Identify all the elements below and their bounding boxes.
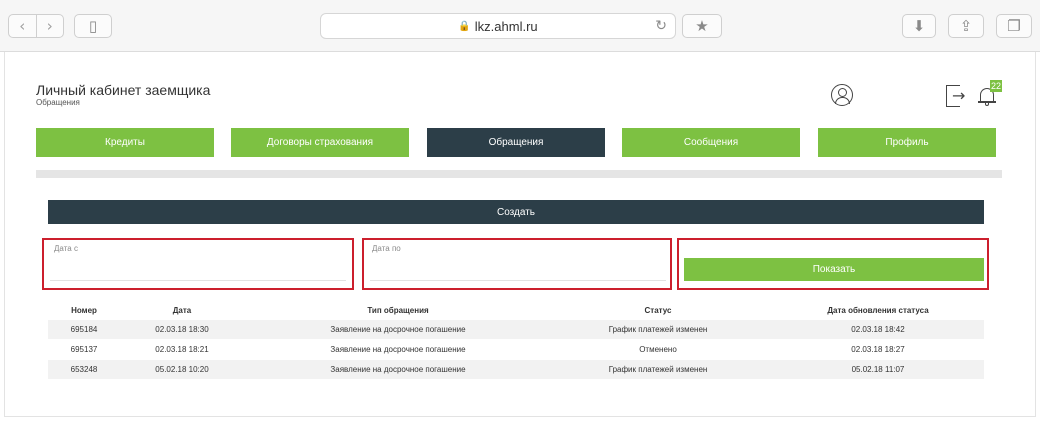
chevron-left-icon[interactable]: ‹ — [9, 15, 37, 37]
download-icon[interactable]: ⬇ — [902, 14, 936, 38]
date-to-label: Дата по — [372, 244, 401, 253]
col-date: Дата — [172, 305, 192, 315]
nav-buttons: ‹ › — [8, 14, 64, 38]
tab-divider — [36, 170, 1002, 178]
address-bar[interactable]: 🔒 lkz.ahml.ru ↻ — [320, 13, 676, 39]
create-button[interactable]: Создать — [48, 200, 984, 224]
user-icon[interactable] — [831, 84, 853, 106]
tab-requests[interactable]: Обращения — [427, 128, 605, 157]
cell-status: График платежей изменен — [608, 325, 708, 334]
logout-arrow: → — [952, 86, 966, 105]
cell-date: 02.03.18 18:21 — [155, 345, 209, 354]
show-button[interactable]: Показать — [684, 258, 984, 281]
cell-type: Заявление на досрочное погашение — [330, 345, 466, 354]
lock-icon: 🔒 — [458, 20, 471, 32]
cell-date: 05.02.18 10:20 — [155, 365, 209, 374]
cell-number: 695184 — [70, 325, 98, 334]
tab-profile[interactable]: Профиль — [818, 128, 996, 157]
cell-updated: 02.03.18 18:42 — [851, 325, 905, 334]
col-status-updated: Дата обновления статуса — [827, 305, 929, 315]
cell-number: 653248 — [70, 365, 98, 374]
table-row[interactable]: 653248 05.02.18 10:20 Заявление на досро… — [48, 360, 984, 379]
cell-status: График платежей изменен — [608, 365, 708, 374]
cell-number: 695137 — [70, 345, 98, 354]
cell-updated: 02.03.18 18:27 — [851, 345, 905, 354]
reload-icon[interactable]: ↻ — [655, 18, 667, 34]
cell-status: Отменено — [639, 345, 677, 354]
cell-type: Заявление на досрочное погашение — [330, 365, 466, 374]
browser-toolbar: ‹ › ▯ 🔒 lkz.ahml.ru ↻ ★ ⬇ ⇪ ❐ — [0, 0, 1040, 52]
date-from-field[interactable] — [50, 255, 346, 281]
notification-badge: 22 — [990, 80, 1002, 92]
breadcrumb: Обращения — [36, 98, 80, 107]
sidebar-icon[interactable]: ▯ — [74, 14, 112, 38]
url-text: lkz.ahml.ru — [474, 18, 538, 34]
col-type: Тип обращения — [367, 305, 429, 315]
col-status: Статус — [644, 305, 672, 315]
logout-icon[interactable]: → — [946, 85, 968, 107]
chevron-right-icon[interactable]: › — [37, 15, 64, 37]
table-row[interactable]: 695184 02.03.18 18:30 Заявление на досро… — [48, 320, 984, 339]
date-from-label: Дата с — [54, 244, 78, 253]
share-icon[interactable]: ⇪ — [948, 14, 984, 38]
star-icon[interactable]: ★ — [682, 14, 722, 38]
cell-type: Заявление на досрочное погашение — [330, 325, 466, 334]
tab-credits[interactable]: Кредиты — [36, 128, 214, 157]
tabs-icon[interactable]: ❐ — [996, 14, 1032, 38]
table-header: Номер Дата Тип обращения Статус Дата обн… — [48, 303, 984, 317]
tab-insurance[interactable]: Договоры страхования — [231, 128, 409, 157]
date-to-field[interactable] — [370, 255, 666, 281]
cell-updated: 05.02.18 11:07 — [851, 365, 905, 374]
tab-messages[interactable]: Сообщения — [622, 128, 800, 157]
col-number: Номер — [71, 305, 97, 315]
table-row[interactable]: 695137 02.03.18 18:21 Заявление на досро… — [48, 340, 984, 359]
cell-date: 02.03.18 18:30 — [155, 325, 209, 334]
bell-clapper — [985, 103, 989, 106]
page-title: Личный кабинет заемщика — [36, 82, 211, 98]
